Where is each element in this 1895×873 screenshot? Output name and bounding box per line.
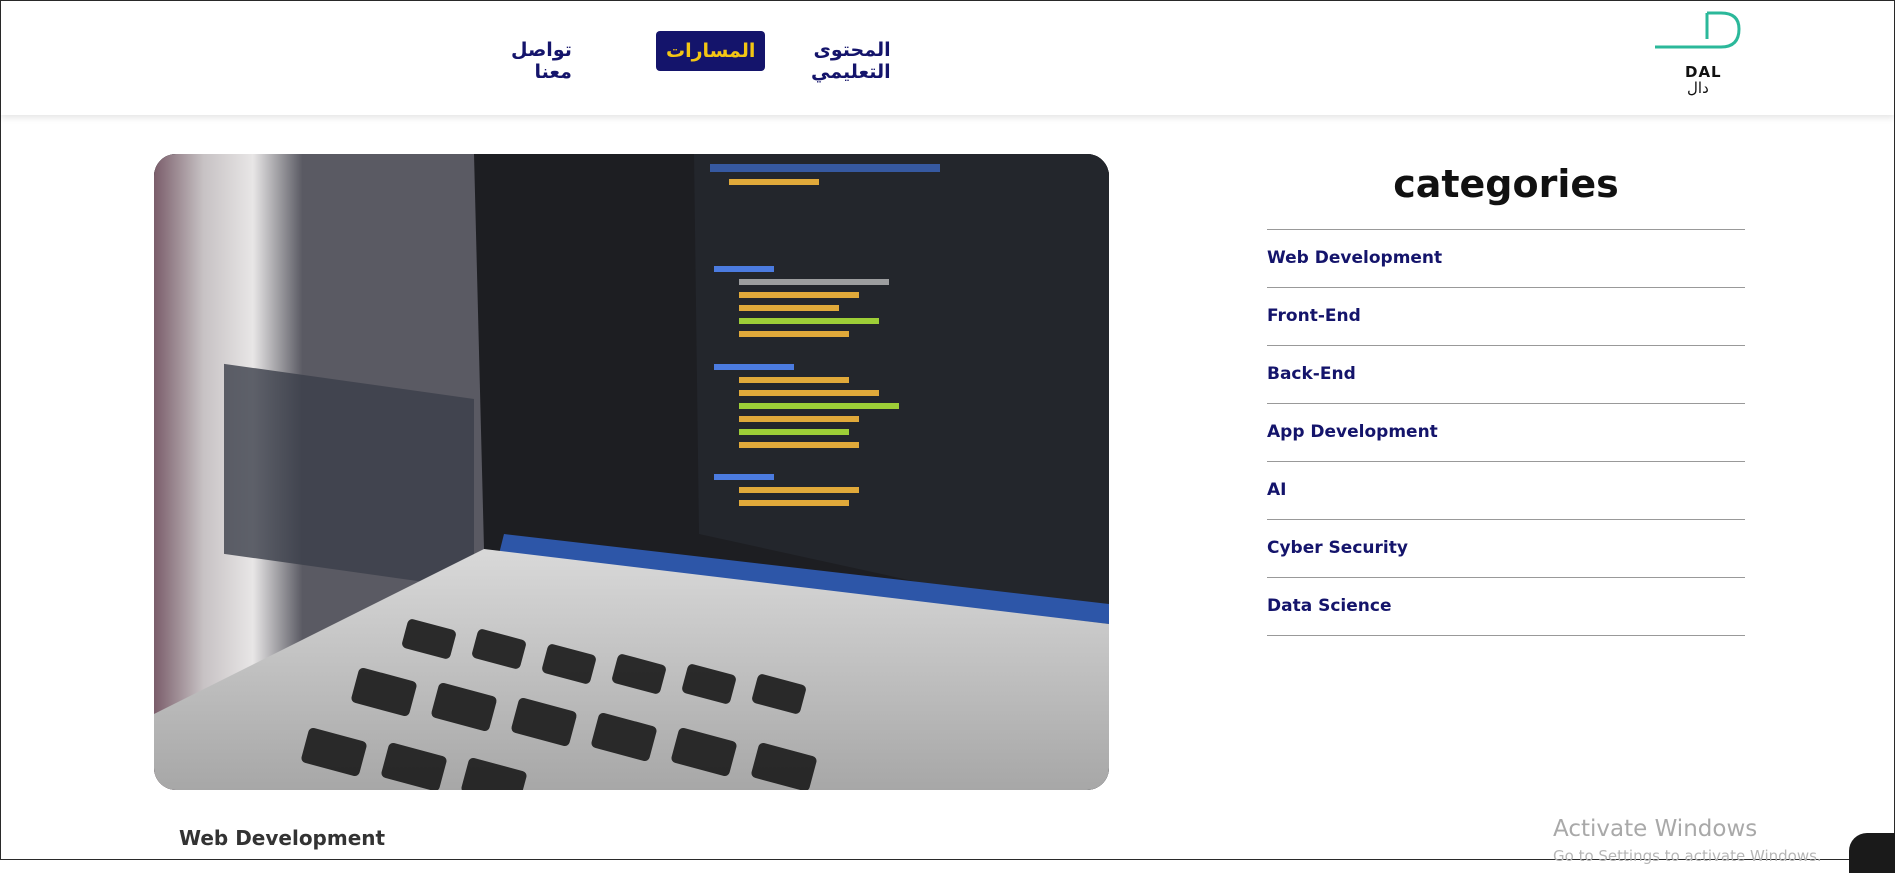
floating-badge[interactable] bbox=[1849, 833, 1895, 873]
category-data-science[interactable]: Data Science bbox=[1267, 578, 1745, 636]
category-cyber-security[interactable]: Cyber Security bbox=[1267, 520, 1745, 578]
category-front-end[interactable]: Front-End bbox=[1267, 288, 1745, 346]
card-title[interactable]: Web Development bbox=[179, 826, 385, 850]
nav-tracks[interactable]: المسارات bbox=[656, 31, 766, 71]
windows-activation-title: Activate Windows bbox=[1553, 816, 1758, 842]
top-navbar: DAL دال المحتوى التعليمي المسارات تواصل … bbox=[1, 1, 1894, 115]
brand-name-arabic: دال bbox=[1687, 79, 1709, 97]
sidebar-title: categories bbox=[1393, 162, 1619, 206]
categories-sidebar: categories Web Development Front-End Bac… bbox=[1267, 159, 1745, 636]
hero-image bbox=[154, 154, 1109, 790]
category-web-development[interactable]: Web Development bbox=[1267, 230, 1745, 288]
nav-contact-us[interactable]: تواصل معنا bbox=[501, 31, 582, 91]
category-app-development[interactable]: App Development bbox=[1267, 404, 1745, 462]
nav-educational-content[interactable]: المحتوى التعليمي bbox=[801, 31, 901, 91]
category-back-end[interactable]: Back-End bbox=[1267, 346, 1745, 404]
laptop-code-illustration bbox=[154, 154, 1109, 790]
windows-activation-subtitle: Go to Settings to activate Windows. bbox=[1553, 847, 1822, 865]
category-ai[interactable]: AI bbox=[1267, 462, 1745, 520]
category-list: Web Development Front-End Back-End App D… bbox=[1267, 229, 1745, 636]
